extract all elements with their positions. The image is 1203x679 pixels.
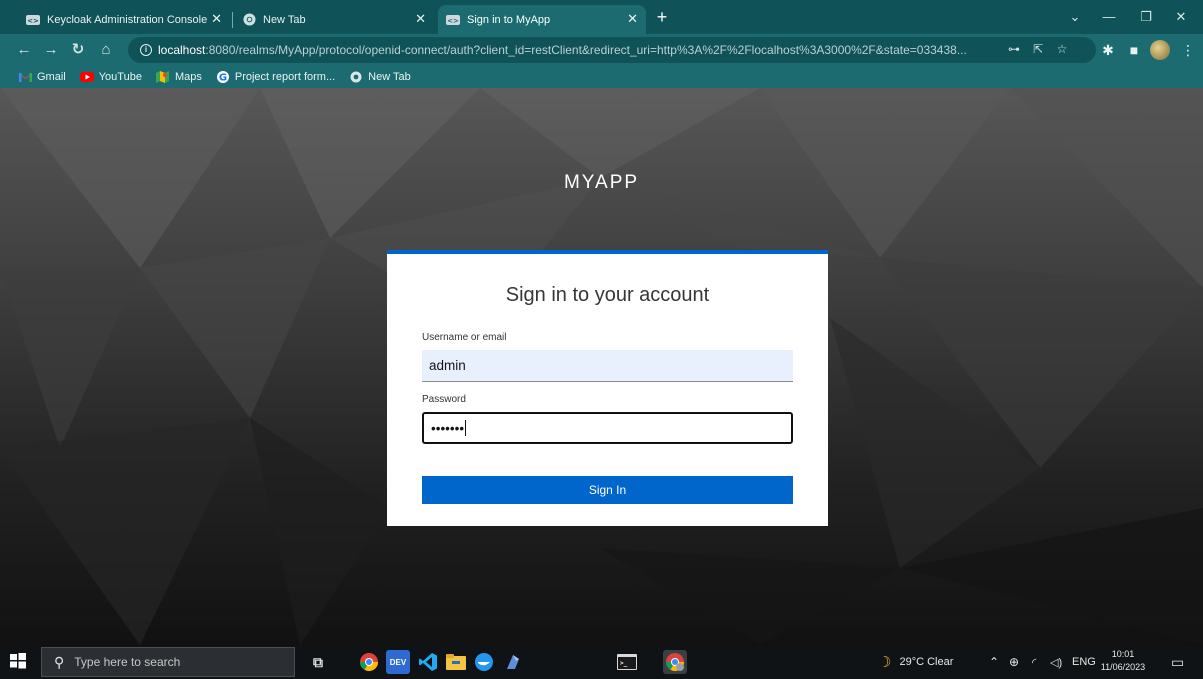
address-bar[interactable]: i localhost:8080/realms/MyApp/protocol/o… (128, 37, 1096, 63)
chrome-icon (242, 13, 256, 27)
tab-sign-in-myapp[interactable]: <> Sign in to MyApp ✕ (438, 5, 646, 34)
url-path: :8080/realms/MyApp/protocol/openid-conne… (205, 43, 967, 57)
extensions-puzzle-icon[interactable]: ✱ (1098, 40, 1118, 60)
docker-icon[interactable] (472, 650, 496, 674)
close-tab-icon[interactable]: ✕ (627, 12, 638, 26)
svg-text:<>: <> (27, 17, 39, 25)
bookmark-label: Maps (174, 71, 202, 83)
bookmark-gmail[interactable]: Gmail (18, 71, 66, 83)
app-icon[interactable] (501, 650, 525, 674)
tab-separator (232, 12, 233, 28)
clock-time: 10:01 (1111, 649, 1135, 659)
devtoys-icon[interactable]: DEV (386, 650, 410, 674)
svg-text:G: G (219, 73, 227, 84)
show-hidden-icons-chevron-icon[interactable]: ⌃ (989, 645, 999, 679)
site-info-icon[interactable]: i (140, 44, 152, 56)
bookmark-project-report[interactable]: G Project report form... (216, 71, 335, 83)
bookmark-star-icon[interactable]: ☆ (1054, 41, 1070, 57)
reload-icon[interactable]: ↻ (68, 40, 88, 60)
task-view-icon[interactable]: ⧉ (306, 650, 330, 674)
browser-tab-strip: <> Keycloak Administration Console ✕ New… (0, 0, 1203, 34)
menu-kebab-icon[interactable]: ⋮ (1178, 40, 1198, 60)
bookmark-label: YouTube (98, 71, 142, 83)
maps-icon (156, 71, 170, 83)
home-icon[interactable]: ⌂ (96, 40, 116, 60)
svg-text:>_: >_ (620, 660, 628, 667)
login-heading: Sign in to your account (505, 284, 710, 306)
terminal-icon[interactable]: >_ (615, 650, 639, 674)
tab-title: New Tab (263, 13, 306, 26)
chrome-taskbar-icon[interactable] (357, 650, 381, 674)
bookmark-maps[interactable]: Maps (156, 71, 202, 83)
vscode-icon[interactable] (416, 650, 440, 674)
password-label: Password (422, 394, 466, 405)
taskbar-search-input[interactable]: ⚲ Type here to search (41, 647, 295, 677)
password-masked-value: ••••••• (431, 420, 465, 436)
share-icon[interactable]: ⇱ (1030, 41, 1046, 57)
tab-new-tab[interactable]: New Tab ✕ (234, 5, 434, 34)
weather-text: 29°C Clear (899, 656, 954, 668)
tab-keycloak-admin[interactable]: <> Keycloak Administration Console ✕ (18, 5, 232, 34)
username-input[interactable]: admin (422, 350, 793, 382)
close-window-icon[interactable]: ✕ (1166, 6, 1196, 28)
username-label: Username or email (422, 332, 507, 343)
file-explorer-icon[interactable] (444, 650, 468, 674)
forward-arrow-icon[interactable]: → (41, 40, 61, 60)
volume-icon[interactable]: ◁) (1050, 645, 1062, 679)
new-tab-button[interactable]: + (652, 7, 672, 27)
realm-brand-title: MYAPP (563, 172, 640, 193)
bookmarks-bar: Gmail YouTube Maps G Project report form… (0, 66, 1203, 88)
login-card: Sign in to your account Username or emai… (387, 250, 828, 526)
search-placeholder: Type here to search (74, 655, 181, 669)
tab-search-chevron-icon[interactable]: ⌄ (1060, 6, 1090, 28)
username-value: admin (429, 358, 466, 373)
clock-date: 11/06/2023 (1100, 662, 1146, 672)
bookmark-new-tab[interactable]: New Tab (349, 71, 411, 83)
login-page: MYAPP Sign in to your account Username o… (0, 88, 1203, 645)
google-icon: G (216, 71, 230, 83)
text-caret (465, 420, 467, 436)
minimize-icon[interactable]: — (1094, 6, 1124, 28)
bookmark-label: Gmail (37, 71, 66, 83)
bookmark-youtube[interactable]: YouTube (79, 71, 142, 83)
url-host: localhost (158, 43, 206, 57)
side-panel-icon[interactable]: ■ (1124, 40, 1144, 60)
search-icon: ⚲ (54, 653, 65, 670)
browser-toolbar: ← → ↻ ⌂ i localhost:8080/realms/MyApp/pr… (0, 34, 1203, 66)
password-input[interactable]: ••••••• (422, 412, 793, 444)
keycloak-icon: <> (446, 13, 460, 27)
windows-start-icon[interactable] (9, 652, 29, 672)
chrome-icon (349, 71, 363, 83)
windows-taskbar: ⚲ Type here to search ⧉ DEV >_ ☽ 29°C Cl… (0, 645, 1203, 679)
network-icon[interactable]: ◜ (1032, 645, 1036, 679)
moon-weather-icon: ☽ (878, 654, 892, 671)
profile-avatar[interactable] (1150, 40, 1170, 60)
keycloak-icon: <> (26, 13, 40, 27)
svg-text:<>: <> (447, 17, 459, 25)
language-indicator[interactable]: ENG (1072, 645, 1096, 679)
restore-icon[interactable]: ❐ (1131, 6, 1161, 28)
bookmark-label: Project report form... (234, 71, 336, 83)
password-key-icon[interactable]: ⊶ (1006, 41, 1022, 57)
tab-title: Sign in to MyApp (467, 13, 551, 26)
back-arrow-icon[interactable]: ← (14, 40, 34, 60)
tab-title: Keycloak Administration Console (47, 13, 208, 26)
notification-icon[interactable]: ▭ (1171, 645, 1184, 679)
sign-in-button[interactable]: Sign In (422, 476, 793, 504)
chrome-profile-taskbar-icon[interactable] (663, 650, 687, 674)
gmail-icon (18, 71, 32, 83)
youtube-icon (79, 71, 94, 83)
weather-widget[interactable]: ☽ 29°C Clear (878, 645, 953, 679)
close-tab-icon[interactable]: ✕ (211, 12, 222, 26)
bookmark-label: New Tab (368, 71, 411, 83)
system-clock[interactable]: 10:01 11/06/2023 (1098, 648, 1148, 674)
close-tab-icon[interactable]: ✕ (415, 12, 426, 26)
onedrive-icon[interactable]: ⊕ (1009, 645, 1019, 679)
